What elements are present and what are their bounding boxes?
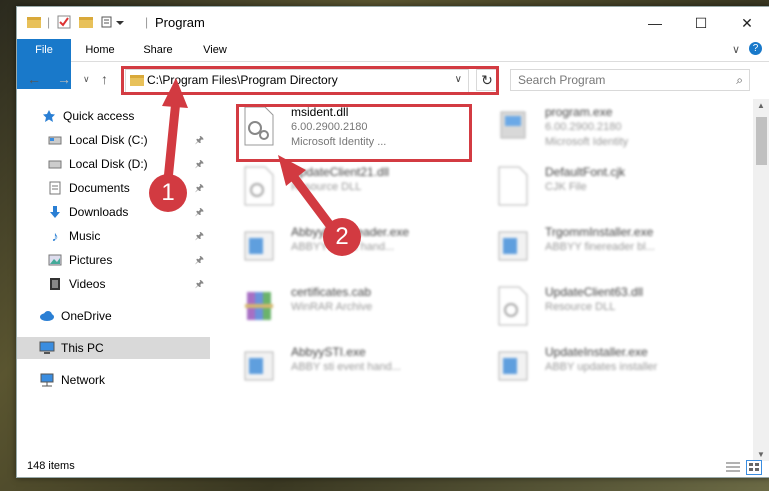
annotation-arrows	[162, 78, 340, 237]
callout-badge-2: 2	[323, 218, 361, 256]
callout-badge-1: 1	[149, 174, 187, 212]
